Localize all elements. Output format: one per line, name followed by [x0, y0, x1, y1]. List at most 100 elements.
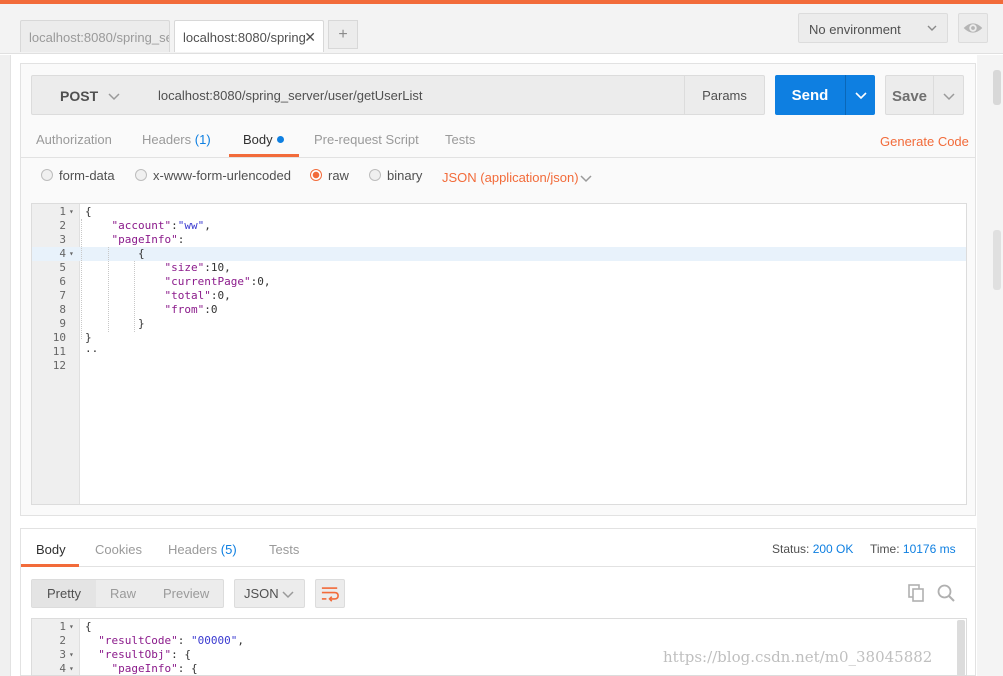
code-text: "resultCode": "00000",	[98, 634, 244, 647]
radio-circle[interactable]	[369, 169, 381, 181]
left-sidebar-edge	[0, 55, 11, 676]
response-tab-tests[interactable]: Tests	[269, 542, 299, 557]
content-type-select[interactable]: JSON (application/json)	[442, 170, 592, 185]
fold-toggle-icon[interactable]: ▾	[69, 620, 74, 634]
params-button[interactable]: Params	[684, 75, 765, 115]
scrollbar-thumb[interactable]	[993, 70, 1001, 105]
radio-raw[interactable]: raw	[310, 168, 349, 188]
eye-icon	[963, 23, 983, 33]
code-text: "pageInfo": {	[111, 662, 198, 675]
response-tab-cookies[interactable]: Cookies	[95, 542, 142, 557]
view-pretty-button[interactable]: Pretty	[47, 586, 81, 601]
status-value: 200 OK	[812, 542, 854, 556]
line-number: 5	[59, 261, 66, 274]
line-number: 12	[52, 359, 66, 372]
code-text: "from":0	[164, 303, 218, 316]
code-text: {	[85, 247, 145, 260]
radio-urlencoded[interactable]: x-www-form-urlencoded	[135, 168, 291, 188]
line-number: 8	[59, 303, 66, 316]
response-format-select[interactable]: JSON	[234, 579, 305, 608]
code-line: 1 ▾ {	[32, 620, 966, 634]
code-text: }	[85, 331, 92, 344]
radio-urlencoded-label: x-www-form-urlencoded	[153, 168, 291, 183]
save-button[interactable]: Save	[885, 75, 934, 115]
line-number: 7	[59, 289, 66, 302]
save-options-button[interactable]	[933, 75, 964, 115]
method-select[interactable]: POST	[31, 75, 148, 115]
chevron-down-icon	[927, 25, 937, 31]
line-number: 4	[59, 662, 66, 675]
tab-body[interactable]: Body	[243, 132, 284, 147]
code-line: 9 }	[32, 317, 966, 331]
response-body-viewer[interactable]: 1 ▾{2 "resultCode": "00000", 3 ▾ "resultObj…	[31, 618, 967, 676]
url-input[interactable]: localhost:8080/spring_server/user/getUse…	[147, 75, 684, 115]
code-line: 12	[32, 359, 966, 373]
right-edge	[977, 55, 1003, 676]
wrap-lines-button[interactable]	[315, 579, 345, 608]
indent-guide	[108, 247, 109, 332]
code-line: 2 "resultCode": "00000",	[32, 634, 966, 648]
line-number: 3	[59, 648, 66, 661]
response-format-value: JSON	[244, 586, 279, 601]
tab-authorization[interactable]: Authorization	[36, 132, 112, 147]
radio-binary-label: binary	[387, 168, 423, 183]
send-options-button[interactable]	[845, 75, 875, 115]
view-preview-button[interactable]: Preview	[163, 586, 209, 601]
code-text: "resultObj": {	[98, 648, 191, 661]
request-body-editor[interactable]: 1 ▾{2 "account":"ww", 3 "pageInfo": 4 ▾ {5 "…	[31, 203, 967, 505]
wrap-lines-icon	[321, 587, 339, 602]
radio-form-data[interactable]: form-data	[41, 168, 115, 188]
add-tab-button[interactable]: +	[328, 20, 358, 49]
line-number: 1	[59, 205, 66, 218]
method-select-value: POST	[60, 88, 99, 104]
environment-quick-look-button[interactable]	[958, 13, 988, 43]
radio-circle[interactable]	[41, 169, 53, 181]
radio-binary[interactable]: binary	[369, 168, 422, 188]
request-tab-2-label: localhost:8080/spring	[183, 30, 306, 45]
tab-pre-request-script[interactable]: Pre-request Script	[314, 132, 419, 147]
fold-toggle-icon[interactable]: ▾	[69, 648, 74, 662]
view-raw-button[interactable]: Raw	[110, 586, 136, 601]
tab-tests[interactable]: Tests	[445, 132, 475, 147]
fold-toggle-icon[interactable]: ▾	[69, 247, 74, 261]
code-line: 10}	[32, 331, 966, 345]
request-tab-2[interactable]: localhost:8080/spring ✕	[174, 20, 324, 52]
time-label: Time:	[870, 542, 900, 556]
code-line: 4 ▾ {	[32, 247, 966, 261]
line-number: 10	[52, 331, 66, 344]
tab-headers[interactable]: Headers (1)	[142, 132, 211, 147]
chevron-down-icon	[108, 93, 120, 101]
code-text: }	[85, 317, 145, 330]
chevron-down-icon	[943, 93, 955, 101]
line-number: 11	[52, 345, 66, 358]
time-value: 10176 ms	[902, 542, 956, 556]
response-tab-body[interactable]: Body	[36, 542, 66, 557]
response-scrollbar-thumb[interactable]	[957, 620, 965, 676]
request-tab-1[interactable]: localhost:8080/spring_se	[20, 20, 170, 52]
response-tab-headers-label: Headers	[168, 542, 218, 557]
environment-select-value: No environment	[809, 22, 901, 37]
code-line: 11 ··	[32, 345, 966, 359]
radio-raw-label: raw	[328, 168, 349, 183]
code-line: 6 "currentPage":0,	[32, 275, 966, 289]
content-type-value: JSON (application/json)	[442, 170, 579, 185]
fold-toggle-icon[interactable]: ▾	[69, 205, 74, 219]
code-line: 7 "total":0,	[32, 289, 966, 303]
copy-icon[interactable]	[906, 583, 926, 603]
radio-circle[interactable]	[135, 169, 147, 181]
code-text: ··	[85, 345, 99, 358]
close-icon[interactable]: ✕	[304, 29, 316, 46]
line-number: 1	[59, 620, 66, 633]
fold-toggle-icon[interactable]: ▾	[69, 662, 74, 675]
generate-code-link[interactable]: Generate Code	[880, 134, 969, 149]
radio-circle-checked[interactable]	[310, 169, 322, 181]
response-tab-headers[interactable]: Headers (5)	[168, 542, 237, 557]
code-text: {	[85, 205, 92, 218]
environment-select[interactable]: No environment	[798, 13, 948, 43]
watermark-text: https://blog.csdn.net/m0_38045882	[663, 648, 933, 666]
scrollbar-thumb-2[interactable]	[993, 230, 1001, 290]
send-button[interactable]: Send	[775, 75, 845, 115]
search-icon[interactable]	[936, 583, 956, 603]
radio-form-data-label: form-data	[59, 168, 115, 183]
code-line: 2 "account":"ww",	[32, 219, 966, 233]
